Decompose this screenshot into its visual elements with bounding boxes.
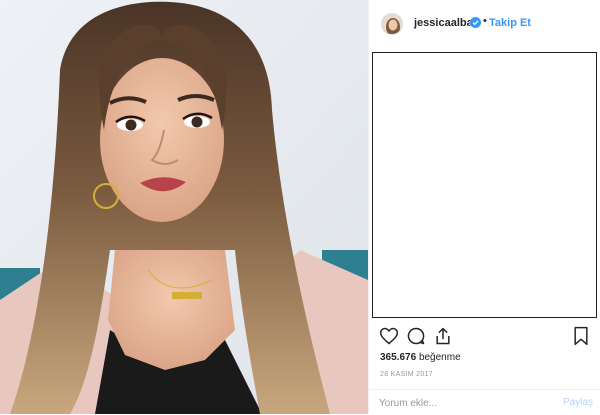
comment-input[interactable] [379,395,539,411]
follow-button[interactable]: Takip Et [489,17,531,29]
action-bar [379,326,591,348]
like-count-number: 365.676 [380,352,417,363]
post-comment-button[interactable]: Paylaş [563,397,593,408]
comments-area [372,52,597,318]
post-side-panel: jessicaalba • Takip Et 365.676 beğenme 2… [368,0,600,414]
post-date: 28 KASIM 2017 [380,371,433,378]
avatar-image [382,14,402,34]
bookmark-icon[interactable] [571,326,591,346]
verified-badge-icon [470,17,481,28]
heart-icon[interactable] [379,326,399,346]
comment-bar: Paylaş [369,389,600,415]
post-photo-image [0,0,368,414]
comment-icon[interactable] [406,326,426,346]
like-count[interactable]: 365.676 beğenme [380,352,461,363]
avatar[interactable] [381,13,403,35]
post-photo[interactable] [0,0,368,414]
instagram-post: jessicaalba • Takip Et 365.676 beğenme 2… [0,0,600,414]
like-count-label: beğenme [418,352,461,363]
share-icon[interactable] [433,326,453,346]
separator-dot: • [483,15,487,27]
post-header: jessicaalba • Takip Et [369,0,600,50]
username-link[interactable]: jessicaalba [414,17,473,29]
